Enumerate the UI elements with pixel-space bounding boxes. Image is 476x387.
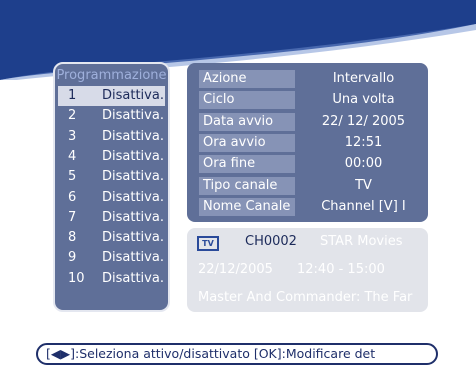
program-slot-status: Disattiva. [102, 250, 164, 266]
detail-label: Ora avvio [199, 133, 295, 152]
detail-value[interactable]: Channel [V] I [299, 198, 428, 216]
info-channel-number: CH0002 [245, 234, 297, 249]
program-slot-status: Disattiva. [102, 108, 164, 124]
program-slot-number: 9 [68, 250, 77, 266]
program-slot-7[interactable]: 7 Disattiva. [58, 208, 165, 228]
detail-label: Azione [199, 70, 295, 88]
detail-row-1[interactable]: Azione Intervallo [187, 69, 428, 89]
detail-value[interactable]: 12:51 [299, 134, 428, 152]
program-slot-status: Disattiva. [102, 148, 164, 164]
program-slot-number: 5 [68, 169, 77, 185]
program-slot-status: Disattiva. [102, 209, 164, 225]
detail-label: Tipo canale [199, 176, 295, 195]
program-slot-status: Disattiva. [102, 270, 164, 286]
program-slot-1[interactable]: 1 Disattiva. [58, 86, 165, 106]
program-slot-status: Disattiva. [102, 128, 164, 144]
program-slot-3[interactable]: 3 Disattiva. [58, 127, 165, 147]
program-slot-number: 7 [68, 209, 77, 225]
program-slot-9[interactable]: 9 Disattiva. [58, 248, 165, 268]
timer-details-panel: Azione Intervallo Ciclo Una volta Data avvio… [187, 63, 428, 222]
detail-row-3[interactable]: Data avvio 22/ 12/ 2005 [187, 112, 428, 132]
detail-value[interactable]: Intervallo [299, 70, 428, 88]
detail-label: Ciclo [199, 91, 295, 110]
info-time-range: 12:40 - 15:00 [297, 262, 385, 277]
program-slot-status: Disattiva. [102, 189, 164, 205]
program-slot-number: 4 [68, 148, 77, 164]
program-slot-4[interactable]: 4 Disattiva. [58, 147, 165, 167]
detail-label: Ora fine [199, 155, 295, 174]
detail-value[interactable]: TV [299, 177, 428, 195]
detail-label: Data avvio [199, 112, 295, 131]
detail-value[interactable]: 22/ 12/ 2005 [299, 113, 428, 131]
program-slot-5[interactable]: 5 Disattiva. [58, 167, 165, 187]
info-channel-name: STAR Movies [320, 234, 403, 249]
screen: Programmazione 1 Disattiva. 2 Disattiva. 3 Di… [0, 0, 476, 387]
program-list-title: Programmazione [56, 68, 167, 83]
program-slot-8[interactable]: 8 Disattiva. [58, 228, 165, 248]
detail-row-5[interactable]: Ora fine 00:00 [187, 154, 428, 174]
info-program-title: Master And Commander: The Far [198, 290, 413, 305]
detail-value[interactable]: 00:00 [299, 155, 428, 173]
program-list-panel: Programmazione 1 Disattiva. 2 Disattiva. 3 Di… [53, 62, 170, 312]
program-slot-status: Disattiva. [102, 88, 164, 103]
info-date: 22/12/2005 [198, 262, 273, 277]
program-slot-number: 2 [68, 108, 77, 124]
program-slot-number: 10 [68, 270, 85, 286]
program-slot-6[interactable]: 6 Disattiva. [58, 188, 165, 208]
program-slot-number: 6 [68, 189, 77, 205]
program-slot-2[interactable]: 2 Disattiva. [58, 106, 165, 126]
program-info-panel: TV CH0002 STAR Movies 22/12/2005 12:40 -… [187, 228, 428, 312]
program-slot-number: 3 [68, 128, 77, 144]
detail-row-4[interactable]: Ora avvio 12:51 [187, 133, 428, 153]
help-bar: [◀▶]:Seleziona attivo/disattivato [OK]:M… [36, 343, 438, 365]
detail-value[interactable]: Una volta [299, 91, 428, 109]
program-slot-status: Disattiva. [102, 169, 164, 185]
detail-row-6[interactable]: Tipo canale TV [187, 176, 428, 196]
tv-icon: TV [197, 236, 219, 251]
detail-row-7[interactable]: Nome Canale Channel [V] I [187, 197, 428, 217]
program-slot-number: 1 [68, 88, 77, 103]
program-slot-number: 8 [68, 230, 77, 246]
program-slot-status: Disattiva. [102, 230, 164, 246]
detail-row-2[interactable]: Ciclo Una volta [187, 90, 428, 110]
detail-label: Nome Canale [199, 197, 295, 216]
program-slot-10[interactable]: 10 Disattiva. [58, 269, 165, 289]
